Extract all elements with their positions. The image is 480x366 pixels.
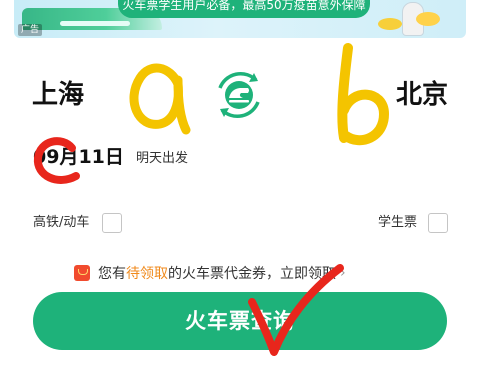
arrival-city[interactable]: 北京 <box>396 80 448 110</box>
student-ticket-label: 学生票 <box>378 215 418 230</box>
chevron-right-icon: › <box>340 265 346 281</box>
voucher-middle: 的火车票代金券， <box>168 266 280 282</box>
annotation-b <box>337 43 390 146</box>
gift-icon <box>74 265 90 281</box>
voucher-claim[interactable]: 立即领取 <box>280 263 336 283</box>
top-ad-banner[interactable]: 火车票学生用户必备，最高50万疫苗意外保障 广告 <box>14 0 466 38</box>
banner-text: 火车票学生用户必备，最高50万疫苗意外保障 <box>118 0 370 18</box>
departure-city[interactable]: 上海 <box>32 80 84 110</box>
departure-date[interactable]: 09月11日 <box>33 144 124 170</box>
ad-tag: 广告 <box>18 24 43 36</box>
banner-mascot-illustration <box>376 0 446 38</box>
annotation-a <box>129 63 191 135</box>
voucher-highlight: 待领取 <box>126 266 168 282</box>
student-ticket-checkbox[interactable] <box>428 213 448 233</box>
high-speed-label: 高铁/动车 <box>33 215 90 230</box>
high-speed-checkbox[interactable] <box>102 213 122 233</box>
voucher-link[interactable]: 您有 待领取 的火车票代金券， 立即领取 › <box>74 263 346 283</box>
voucher-prefix: 您有 <box>98 266 126 282</box>
ticket-search-button[interactable]: 火车票查询 <box>33 292 447 350</box>
departure-date-hint: 明天出发 <box>136 151 189 166</box>
train-swap-icon[interactable] <box>210 66 268 124</box>
